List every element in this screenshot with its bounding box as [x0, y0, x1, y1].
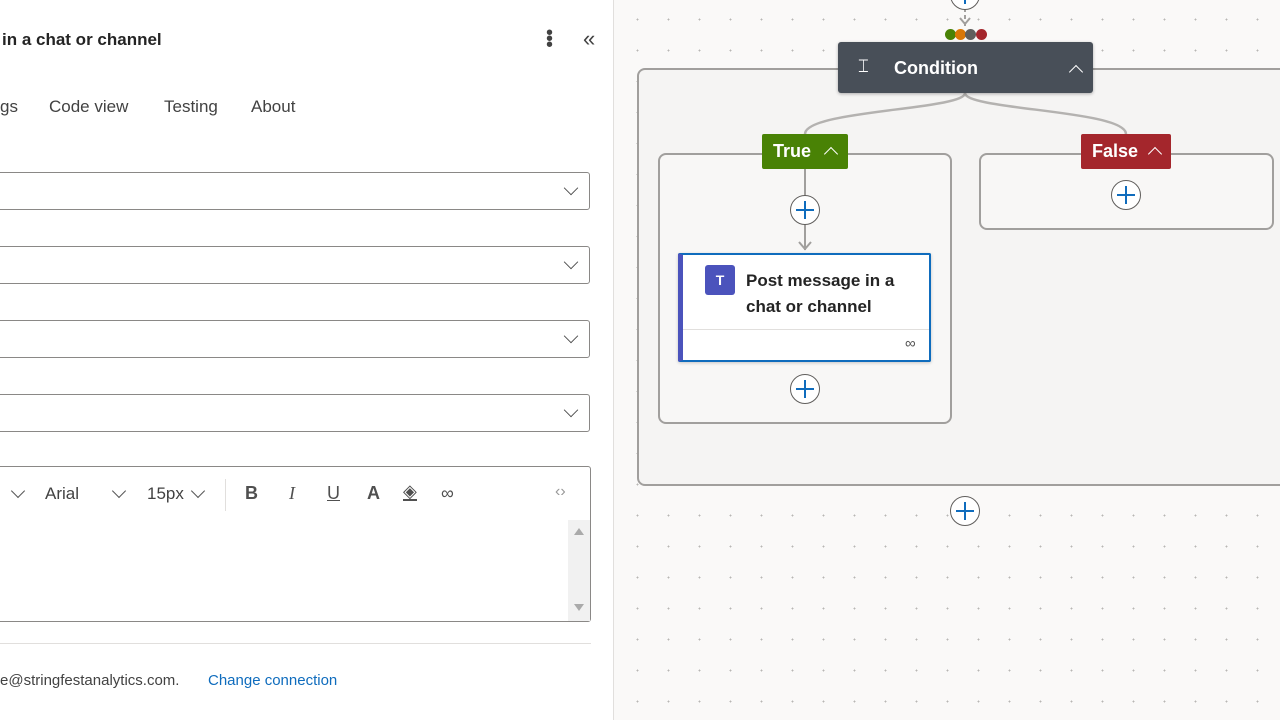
- status-dot: [965, 29, 976, 40]
- post-message-action-card[interactable]: T Post message in a chat or channel ∞: [678, 253, 931, 362]
- condition-icon: ⌶: [858, 56, 869, 76]
- false-label: False: [1092, 141, 1139, 161]
- card-divider: [683, 329, 929, 330]
- connectors: [798, 8, 1128, 251]
- collapse-icon[interactable]: [823, 134, 839, 169]
- add-action-false-button[interactable]: [1111, 180, 1141, 210]
- add-action-true-bottom-button[interactable]: [790, 374, 820, 404]
- action-title: Post message in a chat or channel: [746, 271, 895, 316]
- condition-label: Condition: [894, 58, 978, 78]
- add-action-true-top-button[interactable]: [790, 195, 820, 225]
- connection-link-icon: ∞: [905, 335, 916, 352]
- teams-icon: T: [705, 265, 735, 295]
- collapse-icon[interactable]: [1147, 134, 1163, 169]
- true-label: True: [773, 141, 812, 161]
- condition-node[interactable]: ⌶ Condition: [838, 42, 1093, 93]
- status-dot: [976, 29, 987, 40]
- true-branch-header[interactable]: True: [762, 134, 848, 169]
- false-branch-header[interactable]: False: [1081, 134, 1171, 169]
- collapse-icon[interactable]: [1068, 62, 1084, 80]
- add-step-after-condition-button[interactable]: [950, 496, 980, 526]
